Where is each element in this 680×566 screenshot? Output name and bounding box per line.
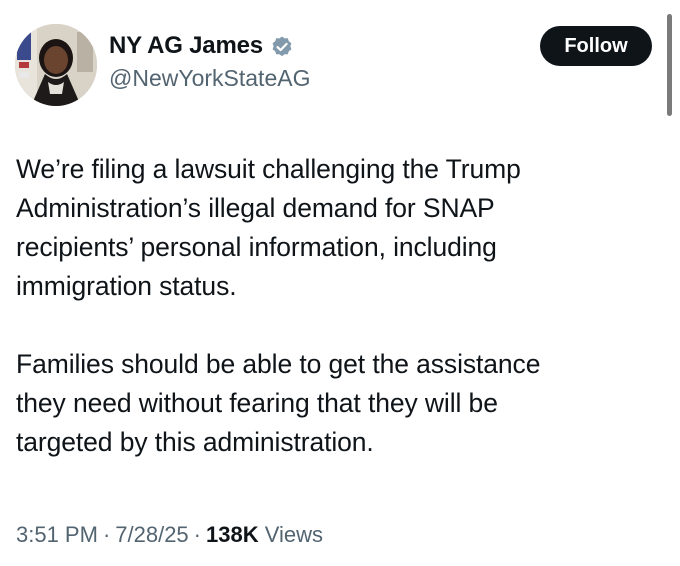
display-name[interactable]: NY AG James <box>109 32 263 60</box>
tweet-date[interactable]: 7/28/25 <box>115 522 188 547</box>
scrollbar[interactable] <box>667 14 672 116</box>
author-avatar[interactable] <box>15 24 97 106</box>
meta-separator: · <box>102 522 111 547</box>
author-info: NY AG James @NewYorkStateAG <box>109 30 310 92</box>
tweet-paragraph: We’re filing a lawsuit challenging the T… <box>16 154 521 301</box>
tweet-card: NY AG James @NewYorkStateAG Follow We’re… <box>0 0 680 566</box>
verified-badge-icon[interactable] <box>270 34 294 58</box>
author-handle[interactable]: @NewYorkStateAG <box>109 65 310 92</box>
views-count[interactable]: 138K <box>206 522 259 547</box>
tweet-paragraph: Families should be able to get the assis… <box>16 349 541 457</box>
meta-separator: · <box>193 522 201 547</box>
follow-button[interactable]: Follow <box>540 26 652 66</box>
tweet-text: We’re filing a lawsuit challenging the T… <box>16 150 656 462</box>
avatar-photo-icon <box>15 24 97 106</box>
display-name-row: NY AG James <box>109 30 310 62</box>
tweet-time[interactable]: 3:51 PM <box>16 522 98 547</box>
tweet-meta: 3:51 PM · 7/28/25 · 138K Views <box>16 522 323 548</box>
views-label: Views <box>264 522 324 547</box>
